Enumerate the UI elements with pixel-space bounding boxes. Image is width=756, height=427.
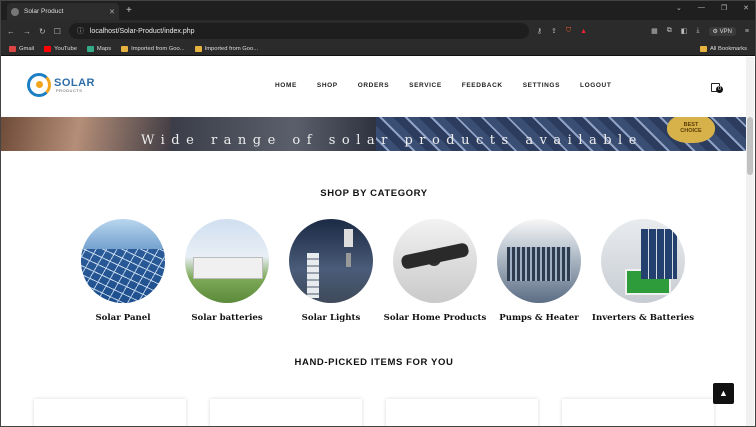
brave-shield-icon[interactable]: ⛉	[566, 27, 571, 35]
maps-icon	[86, 45, 94, 52]
forward-icon[interactable]: →	[23, 27, 31, 36]
logo-title: SOLAR	[54, 76, 95, 89]
sun-logo-icon	[27, 73, 51, 97]
category-image[interactable]	[497, 219, 581, 303]
nav-orders[interactable]: ORDERS	[358, 82, 389, 89]
nav-service[interactable]: SERVICE	[409, 82, 442, 89]
category-solar-home-products[interactable]: Solar Home Products	[383, 219, 487, 323]
cart-count-badge: 0	[716, 86, 723, 93]
key-icon[interactable]: ⚷	[537, 27, 542, 35]
category-image[interactable]	[81, 219, 165, 303]
category-label[interactable]: Solar Home Products	[384, 313, 487, 323]
all-bookmarks[interactable]: All Bookmarks	[699, 45, 747, 52]
nav-settings[interactable]: SETTINGS	[523, 82, 560, 89]
browser-tab[interactable]: Solar Product ✕	[7, 3, 119, 20]
reload-icon[interactable]: ↻	[39, 27, 46, 36]
downloads-icon[interactable]: ⤓	[696, 27, 699, 35]
share-icon[interactable]: ⇪	[551, 27, 557, 35]
url-field[interactable]: ⓘ localhost/Solar-Product/index.php	[68, 23, 529, 39]
product-card[interactable]	[386, 399, 538, 426]
scrollbar-thumb[interactable]	[747, 117, 753, 175]
bookmark-label: Imported from Goo...	[131, 45, 185, 52]
banner-text: Wide range of solar products available	[141, 133, 643, 148]
tab-bar: Solar Product ✕ + ⌄ — ❐ ✕	[1, 1, 755, 20]
bookmark-label: YouTube	[54, 45, 77, 52]
rewards-icon[interactable]: ▲	[580, 28, 587, 35]
close-tab-icon[interactable]: ✕	[109, 8, 115, 16]
site-logo[interactable]: SOLAR PRODUCTS	[27, 73, 95, 97]
category-label[interactable]: Pumps & Heater	[499, 313, 579, 323]
logo-subtitle: PRODUCTS	[56, 87, 83, 93]
main-menu: HOME SHOP ORDERS SERVICE FEEDBACK SETTIN…	[275, 82, 631, 89]
tab-search-icon[interactable]: ⌄	[676, 4, 682, 12]
category-solar-batteries[interactable]: Solar batteries	[175, 219, 279, 323]
category-label[interactable]: Solar Lights	[302, 313, 361, 323]
minimize-icon[interactable]: —	[698, 4, 705, 12]
category-image[interactable]	[185, 219, 269, 303]
shop-by-category-title: SHOP BY CATEGORY	[320, 188, 428, 199]
category-label[interactable]: Inverters & Batteries	[592, 313, 694, 323]
folder-icon	[699, 45, 707, 52]
category-pumps-heater[interactable]: Pumps & Heater	[487, 219, 591, 323]
product-card[interactable]	[34, 399, 186, 426]
extensions-icon[interactable]: ⧉	[667, 27, 672, 35]
maximize-icon[interactable]: ❐	[721, 4, 727, 12]
cart-button[interactable]: 0	[711, 81, 723, 93]
hero-banner: Wide range of solar products available B…	[1, 117, 747, 151]
address-bar-row: ← → ↻ ☐ ⓘ localhost/Solar-Product/index.…	[1, 20, 755, 42]
url-text: localhost/Solar-Product/index.php	[89, 27, 195, 35]
back-icon[interactable]: ←	[7, 27, 15, 36]
folder-icon	[121, 45, 129, 52]
menu-icon[interactable]: ≡	[745, 28, 749, 35]
category-image[interactable]	[289, 219, 373, 303]
category-image[interactable]	[393, 219, 477, 303]
new-tab-button[interactable]: +	[126, 5, 132, 16]
scroll-to-top-button[interactable]: ▲	[713, 383, 734, 404]
bookmark-label: All Bookmarks	[709, 45, 747, 52]
product-cards	[34, 399, 714, 426]
hand-picked-title: HAND-PICKED ITEMS FOR YOU	[294, 357, 454, 368]
tab-title: Solar Product	[24, 8, 64, 15]
category-image[interactable]	[601, 219, 685, 303]
category-list: Solar Panel Solar batteries Solar Lights…	[71, 219, 695, 323]
web-page: SOLAR PRODUCTS HOME SHOP ORDERS SERVICE …	[1, 57, 747, 426]
bookmark-label: Gmail	[19, 45, 35, 52]
bookmark-youtube[interactable]: YouTube	[44, 45, 77, 52]
bookmark-folder-1[interactable]: Imported from Goo...	[121, 45, 185, 52]
site-navbar: SOLAR PRODUCTS HOME SHOP ORDERS SERVICE …	[1, 57, 747, 117]
youtube-icon	[44, 45, 52, 52]
product-card[interactable]	[562, 399, 714, 426]
best-choice-seal: BEST CHOICE	[667, 117, 715, 143]
category-solar-lights[interactable]: Solar Lights	[279, 219, 383, 323]
bookmark-gmail[interactable]: Gmail	[9, 45, 35, 52]
bookmark-icon[interactable]: ☐	[54, 27, 61, 36]
bookmark-label: Imported from Goo...	[204, 45, 259, 52]
bookmark-maps[interactable]: Maps	[86, 45, 112, 52]
category-label[interactable]: Solar Panel	[95, 313, 150, 323]
gmail-icon	[9, 45, 16, 52]
page-scrollbar[interactable]	[746, 57, 754, 426]
category-label[interactable]: Solar batteries	[191, 313, 262, 323]
browser-window: Solar Product ✕ + ⌄ — ❐ ✕ ← → ↻ ☐ ⓘ loca…	[0, 0, 756, 427]
tab-favicon-icon	[11, 7, 19, 16]
wallet-icon[interactable]: ▦	[651, 27, 658, 35]
bookmark-label: Maps	[96, 45, 112, 52]
bookmark-folder-2[interactable]: Imported from Goo...	[194, 45, 259, 52]
category-solar-panel[interactable]: Solar Panel	[71, 219, 175, 323]
nav-home[interactable]: HOME	[275, 82, 297, 89]
seal-line-2: CHOICE	[680, 128, 702, 134]
nav-logout[interactable]: LOGOUT	[580, 82, 611, 89]
category-inverters-batteries[interactable]: Inverters & Batteries	[591, 219, 695, 323]
folder-icon	[194, 45, 202, 52]
bookmarks-bar: Gmail YouTube Maps Imported from Goo... …	[1, 42, 755, 56]
close-window-icon[interactable]: ✕	[743, 4, 749, 12]
nav-shop[interactable]: SHOP	[317, 82, 338, 89]
vpn-button[interactable]: ⚙ VPN	[708, 26, 736, 36]
nav-feedback[interactable]: FEEDBACK	[462, 82, 503, 89]
vpn-label: VPN	[719, 28, 732, 35]
product-card[interactable]	[210, 399, 362, 426]
sidebar-icon[interactable]: ◧	[681, 27, 688, 35]
site-info-icon[interactable]: ⓘ	[77, 26, 84, 36]
